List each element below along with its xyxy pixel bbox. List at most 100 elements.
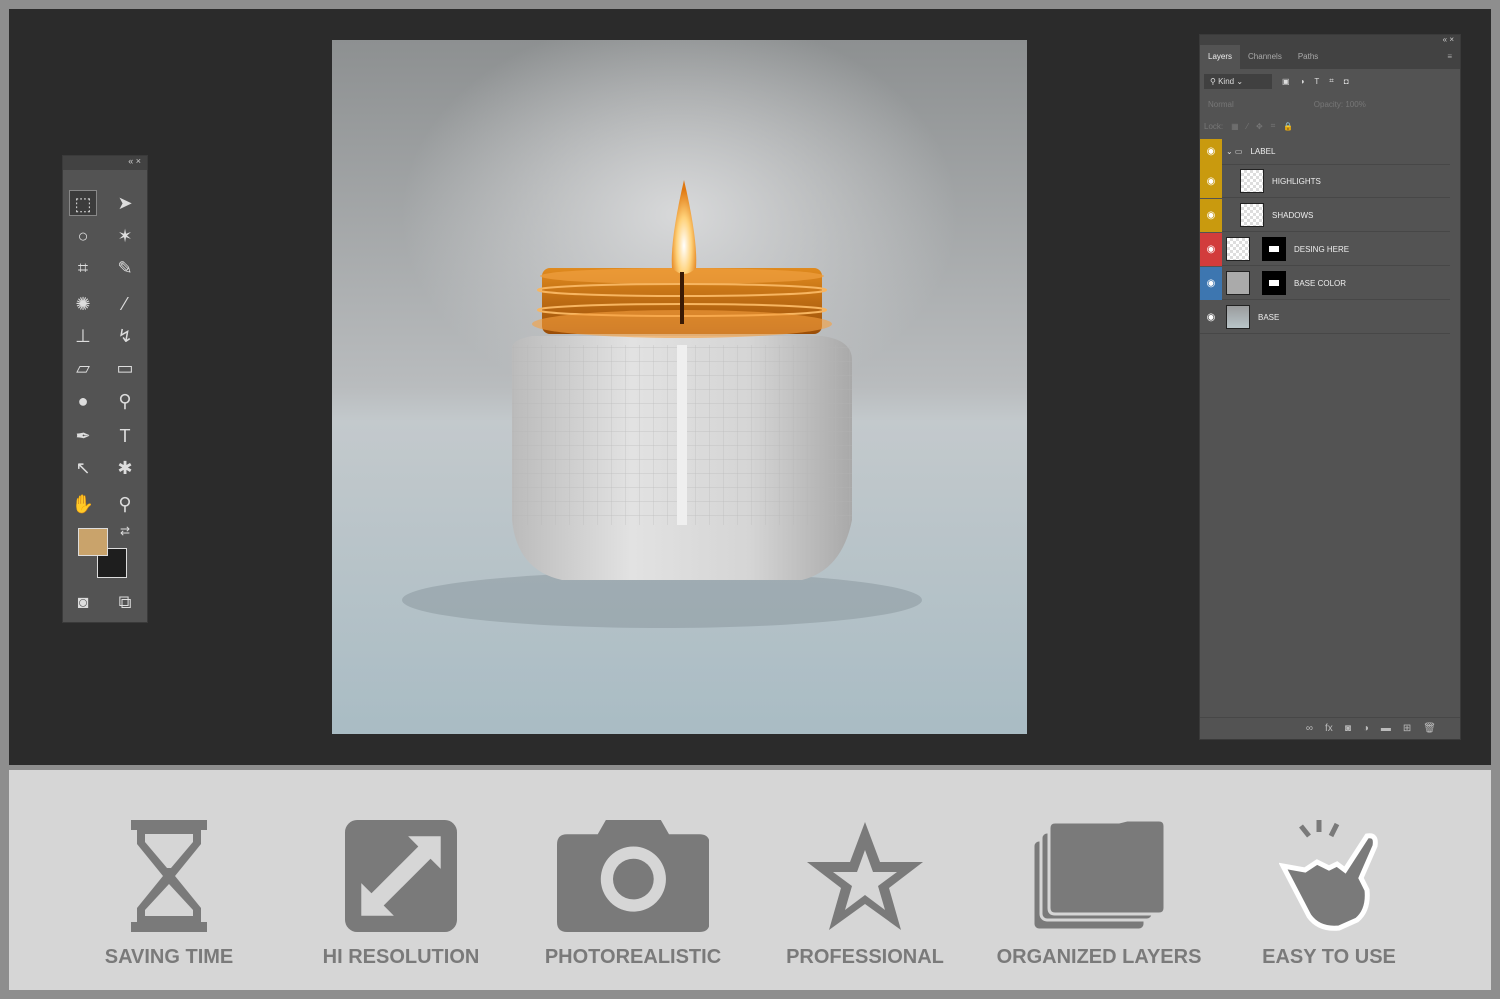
swap-colors-icon[interactable]: ⇄ [111,518,139,544]
lasso-tool-icon[interactable]: ○ [69,223,97,249]
layer-name: BASE [1258,312,1280,322]
visibility-eye-icon[interactable]: ◉ [1200,138,1222,165]
features-banner: SAVING TIME HI RESOLUTION PHOTOREALISTIC… [9,770,1491,990]
feature-label: ORGANIZED LAYERS [996,946,1202,968]
pointing-hand-icon [1279,820,1378,931]
adjustment-filter-icon[interactable]: ◑ [1300,77,1305,86]
smart-object-filter-icon[interactable]: ◘ [1344,77,1349,86]
layers-panel: « × Layers Channels Paths ≡ ⚲ Kind ⌄ ▣ ◑ T… [1199,34,1461,740]
hand-tool-icon[interactable]: ✋ [69,491,97,517]
lock-pixels-icon[interactable]: ⁄ [1247,122,1248,131]
layer-name: SHADOWS [1272,210,1314,220]
layers-footer: ∞ fx ◙ ◑ ▬ ⊞ 🗑 [1200,717,1460,739]
link-layers-icon[interactable]: ∞ [1306,723,1313,734]
fx-icon[interactable]: fx [1325,723,1333,734]
crop-tool-icon[interactable]: ⌗ [69,255,97,281]
screen-mode-icon[interactable]: ⧉ [111,589,139,615]
dodge-tool-icon[interactable]: ⚲ [111,388,139,414]
lock-all-icon[interactable]: 🔒 [1283,122,1293,131]
move-tool-icon[interactable]: ➤ [111,190,139,216]
layer-name: BASE COLOR [1294,278,1347,288]
blur-tool-icon[interactable]: ● [69,388,97,414]
layer-row-base-color[interactable]: ◉ BASE COLOR [1200,266,1450,300]
type-filter-icon[interactable]: T [1314,77,1319,86]
feature-label: PHOTOREALISTIC [544,946,722,968]
feature-label: SAVING TIME [104,946,234,968]
layer-row-shadows[interactable]: ◉ SHADOWS [1200,198,1450,232]
tools-panel: « × ⬚ ➤ ○ ✶ ⌗ ✎ ✺ ⁄ ⊥ ↯ ▱ ▭ ● ⚲ ✒ T ↖ ✱ … [62,155,148,623]
feature-easy-to-use: EASY TO USE [1219,820,1439,969]
layer-mask-thumbnail [1262,271,1286,295]
opacity-label: Opacity: [1313,99,1344,109]
feature-organized-layers: ORGANIZED LAYERS [989,820,1209,969]
tab-channels[interactable]: Channels [1240,45,1290,69]
layer-row-base[interactable]: ◉ BASE [1200,301,1450,334]
layer-name: DESING HERE [1294,244,1350,254]
panel-menu-icon[interactable]: ≡ [1439,45,1460,69]
new-group-icon[interactable]: ▬ [1381,723,1391,734]
shape-tool-icon[interactable]: ✱ [111,455,139,481]
lock-label: Lock: [1204,121,1224,131]
camera-icon [556,820,710,932]
new-layer-icon[interactable]: ⊞ [1403,723,1411,734]
lock-transparency-icon[interactable]: ▦ [1231,122,1239,131]
visibility-eye-icon[interactable]: ◉ [1200,164,1222,198]
visibility-eye-icon[interactable]: ◉ [1200,232,1222,266]
filter-kind-select[interactable]: ⚲ Kind ⌄ [1204,73,1272,89]
foreground-color-swatch[interactable] [78,528,108,556]
gradient-tool-icon[interactable]: ▭ [111,355,139,381]
tab-paths[interactable]: Paths [1290,45,1326,69]
visibility-eye-icon[interactable]: ◉ [1200,266,1222,300]
feature-label: PROFESSIONAL [786,946,944,968]
visibility-eye-icon[interactable]: ◉ [1200,198,1222,232]
layer-thumbnail [1226,305,1250,329]
feature-label: HI RESOLUTION [322,946,480,968]
document-canvas[interactable] [332,40,1027,734]
zoom-tool-icon[interactable]: ⚲ [111,491,139,517]
layer-row-label[interactable]: ◉ ⌄ ▭ LABEL [1200,138,1450,165]
close-button[interactable]: × [1449,35,1454,44]
collapse-button[interactable]: « [128,156,133,166]
type-tool-icon[interactable]: T [111,423,139,449]
layer-row-desing-here[interactable]: ◉ DESING HERE [1200,232,1450,266]
layer-thumbnail [1226,271,1250,295]
filter-kind-label: Kind [1218,76,1235,86]
layer-name: HIGHLIGHTS [1272,176,1321,186]
hourglass-icon [131,820,207,932]
collapse-button[interactable]: « [1443,35,1447,44]
marquee-tool-icon[interactable]: ⬚ [69,190,97,216]
blend-mode-select[interactable]: Normal [1208,100,1234,109]
close-button[interactable]: × [136,156,141,166]
shape-filter-icon[interactable]: ⌗ [1329,76,1334,86]
add-mask-icon[interactable]: ◙ [1345,723,1351,734]
layer-row-highlights[interactable]: ◉ HIGHLIGHTS [1200,164,1450,198]
opacity-value[interactable]: 100% [1345,100,1365,109]
layer-thumbnail [1240,203,1264,227]
delete-layer-icon[interactable]: 🗑 [1423,723,1436,734]
history-brush-icon[interactable]: ↯ [111,323,139,349]
adjustment-layer-icon[interactable]: ◑ [1363,723,1369,734]
expand-icon [345,820,457,932]
stamp-tool-icon[interactable]: ⊥ [69,323,97,349]
brush-tool-icon[interactable]: ⁄ [111,291,139,317]
pixel-filter-icon[interactable]: ▣ [1282,77,1290,86]
lock-artboard-icon[interactable]: ⌗ [1271,121,1276,131]
path-selection-icon[interactable]: ↖ [69,455,97,481]
star-icon [807,822,923,930]
pen-tool-icon[interactable]: ✒ [69,423,97,449]
opacity-control[interactable]: Opacity: 100% [1314,100,1366,109]
lock-position-icon[interactable]: ✥ [1256,122,1263,131]
magic-wand-icon[interactable]: ✶ [111,223,139,249]
feature-professional: PROFESSIONAL [755,820,975,969]
visibility-eye-icon[interactable]: ◉ [1200,301,1222,334]
tab-layers[interactable]: Layers [1200,45,1241,69]
eraser-icon[interactable]: ▱ [69,355,97,381]
quick-mask-icon[interactable]: ◙ [69,589,97,615]
healing-brush-icon[interactable]: ✺ [69,291,97,317]
feature-saving-time: SAVING TIME [59,820,279,969]
eyedropper-icon[interactable]: ✎ [111,255,139,281]
feature-hi-resolution: HI RESOLUTION [291,820,511,969]
smart-object-thumbnail [1226,237,1250,261]
layer-mask-thumbnail [1262,237,1286,261]
layers-folder-icon [1031,820,1167,932]
